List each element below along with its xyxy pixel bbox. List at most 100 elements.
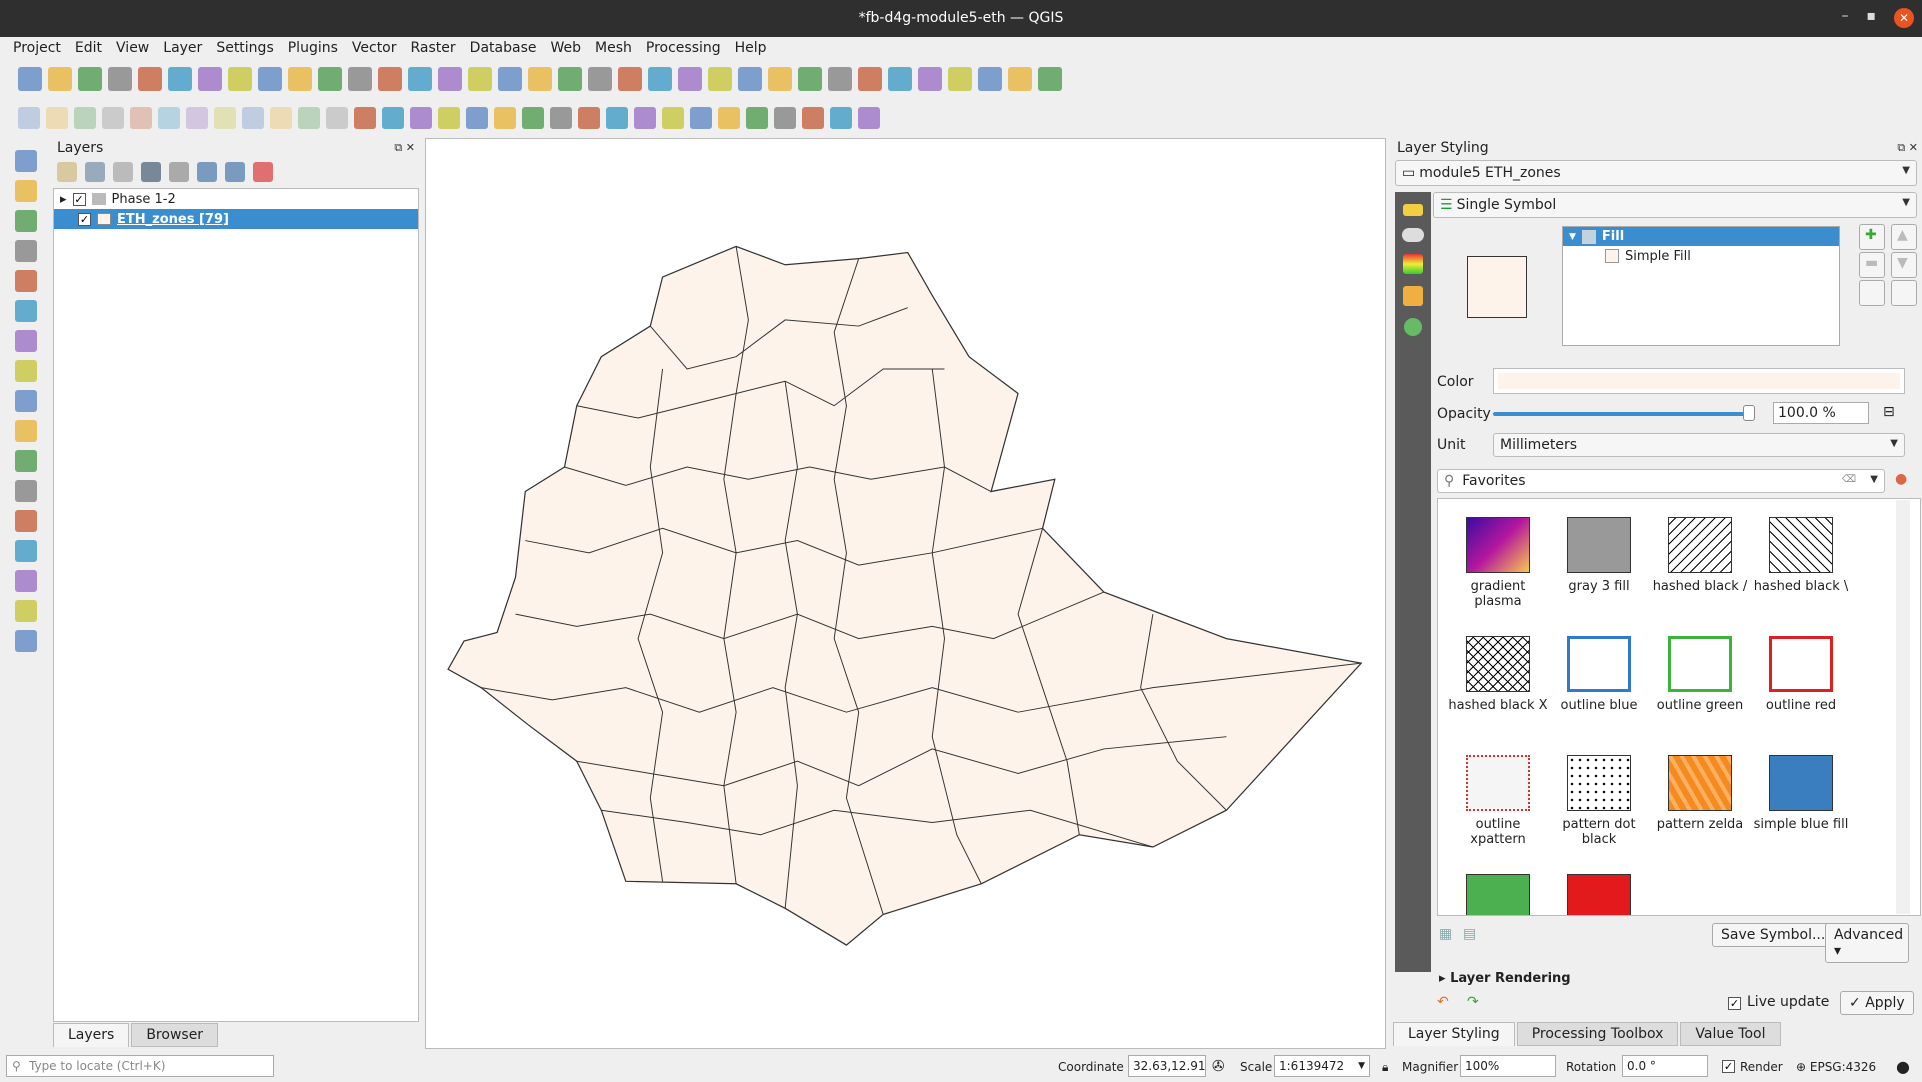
masks-icon[interactable] xyxy=(1402,228,1424,242)
visibility-icon[interactable] xyxy=(113,162,133,182)
icon-view-icon[interactable]: ▦ xyxy=(1439,926,1452,942)
bookmark-icon[interactable] xyxy=(558,67,582,91)
open-project-icon[interactable] xyxy=(48,67,72,91)
zoom-to-layer-icon[interactable] xyxy=(378,67,402,91)
menu-layer[interactable]: Layer xyxy=(156,37,209,60)
add-wms-icon[interactable] xyxy=(15,300,37,322)
quickmapservices-icon[interactable] xyxy=(606,107,628,129)
symbol-item[interactable]: outline green xyxy=(1650,636,1750,713)
renderer-selector[interactable]: ☰ Single Symbol ▼ xyxy=(1433,192,1917,218)
tab-processing-toolbox[interactable]: Processing Toolbox xyxy=(1516,1022,1679,1046)
new-map-view-icon[interactable] xyxy=(498,67,522,91)
label-icon[interactable] xyxy=(354,107,376,129)
add-xyz-icon[interactable] xyxy=(15,570,37,592)
delete-selected-icon[interactable] xyxy=(186,107,208,129)
rotation-field[interactable]: 0.0 ° xyxy=(1622,1055,1708,1077)
coordinate-field[interactable]: 32.63,12.91 xyxy=(1128,1055,1206,1077)
new-shapefile-icon[interactable] xyxy=(15,330,37,352)
symbol-tree-simple-fill[interactable]: Simple Fill xyxy=(1563,246,1839,266)
menu-settings[interactable]: Settings xyxy=(209,37,280,60)
messages-icon[interactable]: ● xyxy=(1896,1057,1910,1076)
labels-icon[interactable] xyxy=(1403,204,1423,216)
select-features-icon[interactable] xyxy=(948,67,972,91)
history-icon[interactable] xyxy=(1404,318,1422,336)
layer-rendering-section[interactable]: ▸ Layer Rendering xyxy=(1439,971,1571,986)
data-source-manager-icon[interactable] xyxy=(15,150,37,172)
highlight-labels-icon[interactable] xyxy=(438,107,460,129)
tab-layers[interactable]: Layers xyxy=(53,1023,130,1047)
plugin-b-icon[interactable] xyxy=(802,107,824,129)
georeferencer-icon[interactable] xyxy=(718,107,740,129)
text-annotation-icon[interactable] xyxy=(918,67,942,91)
select-location-icon[interactable] xyxy=(1038,67,1062,91)
field-calculator-icon[interactable] xyxy=(738,67,762,91)
menu-plugins[interactable]: Plugins xyxy=(281,37,345,60)
menu-raster[interactable]: Raster xyxy=(404,37,463,60)
zoom-next-icon[interactable] xyxy=(468,67,492,91)
menu-view[interactable]: View xyxy=(109,37,156,60)
save-edits-icon[interactable] xyxy=(74,107,96,129)
locator-input[interactable]: ⚲ Type to locate (Ctrl+K) xyxy=(6,1055,274,1077)
toggle-extents-icon[interactable]: ✇ xyxy=(1212,1057,1225,1075)
symbol-item[interactable]: gradient plasma xyxy=(1448,517,1548,609)
symbol-item[interactable]: outline blue xyxy=(1549,636,1649,713)
diagram-icon[interactable] xyxy=(382,107,404,129)
symbol-item[interactable]: outline red xyxy=(1751,636,1851,713)
new-project-icon[interactable] xyxy=(18,67,42,91)
crs-button[interactable]: ⊕ EPSG:4326 xyxy=(1796,1060,1876,1074)
symbol-tree-fill[interactable]: ▼ Fill xyxy=(1563,227,1839,246)
opacity-slider[interactable] xyxy=(1493,412,1747,416)
pan-to-selection-icon[interactable] xyxy=(228,67,252,91)
add-feature-icon[interactable] xyxy=(102,107,124,129)
identify-icon[interactable] xyxy=(678,67,702,91)
add-wfs-icon[interactable] xyxy=(15,510,37,532)
symbol-item[interactable]: hashed black \ xyxy=(1751,517,1851,594)
symbol-item[interactable] xyxy=(1549,874,1649,915)
search-plugin-icon[interactable] xyxy=(830,107,852,129)
tab-browser[interactable]: Browser xyxy=(131,1023,219,1047)
unit-selector[interactable]: Millimeters ▼ xyxy=(1493,433,1905,457)
add-raster-icon[interactable] xyxy=(15,360,37,382)
3d-view-icon[interactable] xyxy=(1403,254,1423,274)
new-3d-view-icon[interactable] xyxy=(528,67,552,91)
add-gps-icon[interactable] xyxy=(15,420,37,442)
style-panel-icon[interactable] xyxy=(57,162,77,182)
expand-icon[interactable]: ▼ xyxy=(1569,232,1576,242)
add-spatialite-icon[interactable] xyxy=(15,240,37,262)
minimize-button[interactable]: – xyxy=(1842,8,1849,28)
expand-all-icon[interactable] xyxy=(197,162,217,182)
panel-close-icon[interactable]: ⧉ ✕ xyxy=(394,141,415,155)
deselect-icon[interactable] xyxy=(978,67,1002,91)
duplicate-button[interactable] xyxy=(1859,280,1885,306)
temporal-controller-icon[interactable] xyxy=(618,67,642,91)
layer-eth-zones[interactable]: ✓ ETH_zones [79] xyxy=(54,209,418,229)
layout-manager-icon[interactable] xyxy=(138,67,162,91)
map-tips-icon[interactable] xyxy=(858,67,882,91)
current-edits-icon[interactable] xyxy=(18,107,40,129)
menu-database[interactable]: Database xyxy=(463,37,544,60)
help-icon[interactable] xyxy=(746,107,768,129)
menu-project[interactable]: Project xyxy=(6,37,68,60)
opacity-slider-handle[interactable] xyxy=(1743,405,1755,421)
add-delimited-text-icon[interactable] xyxy=(15,210,37,232)
toggle-editing-icon[interactable] xyxy=(46,107,68,129)
layer-checkbox[interactable]: ✓ xyxy=(72,192,86,206)
list-view-icon[interactable]: ▤ xyxy=(1463,926,1476,942)
move-down-button[interactable]: ▼ xyxy=(1891,252,1917,278)
save-symbol-button[interactable]: Save Symbol... xyxy=(1712,923,1835,947)
undo-icon[interactable] xyxy=(298,107,320,129)
plugin-a-icon[interactable] xyxy=(774,107,796,129)
measure-icon[interactable] xyxy=(828,67,852,91)
symbol-item[interactable]: hashed black X xyxy=(1448,636,1548,713)
zoom-native-icon[interactable] xyxy=(408,67,432,91)
remove-layer-icon[interactable] xyxy=(253,162,273,182)
globe-icon[interactable] xyxy=(662,107,684,129)
color-button[interactable] xyxy=(1493,368,1905,394)
new-print-layout-icon[interactable] xyxy=(108,67,132,91)
tab-value-tool[interactable]: Value Tool xyxy=(1680,1022,1781,1046)
add-vector-tile-icon[interactable] xyxy=(15,600,37,622)
symbol-search[interactable]: ⚲ Favorites ⌫ ▼ xyxy=(1437,469,1885,493)
menu-web[interactable]: Web xyxy=(543,37,588,60)
paste-icon[interactable] xyxy=(270,107,292,129)
change-label-icon[interactable] xyxy=(522,107,544,129)
